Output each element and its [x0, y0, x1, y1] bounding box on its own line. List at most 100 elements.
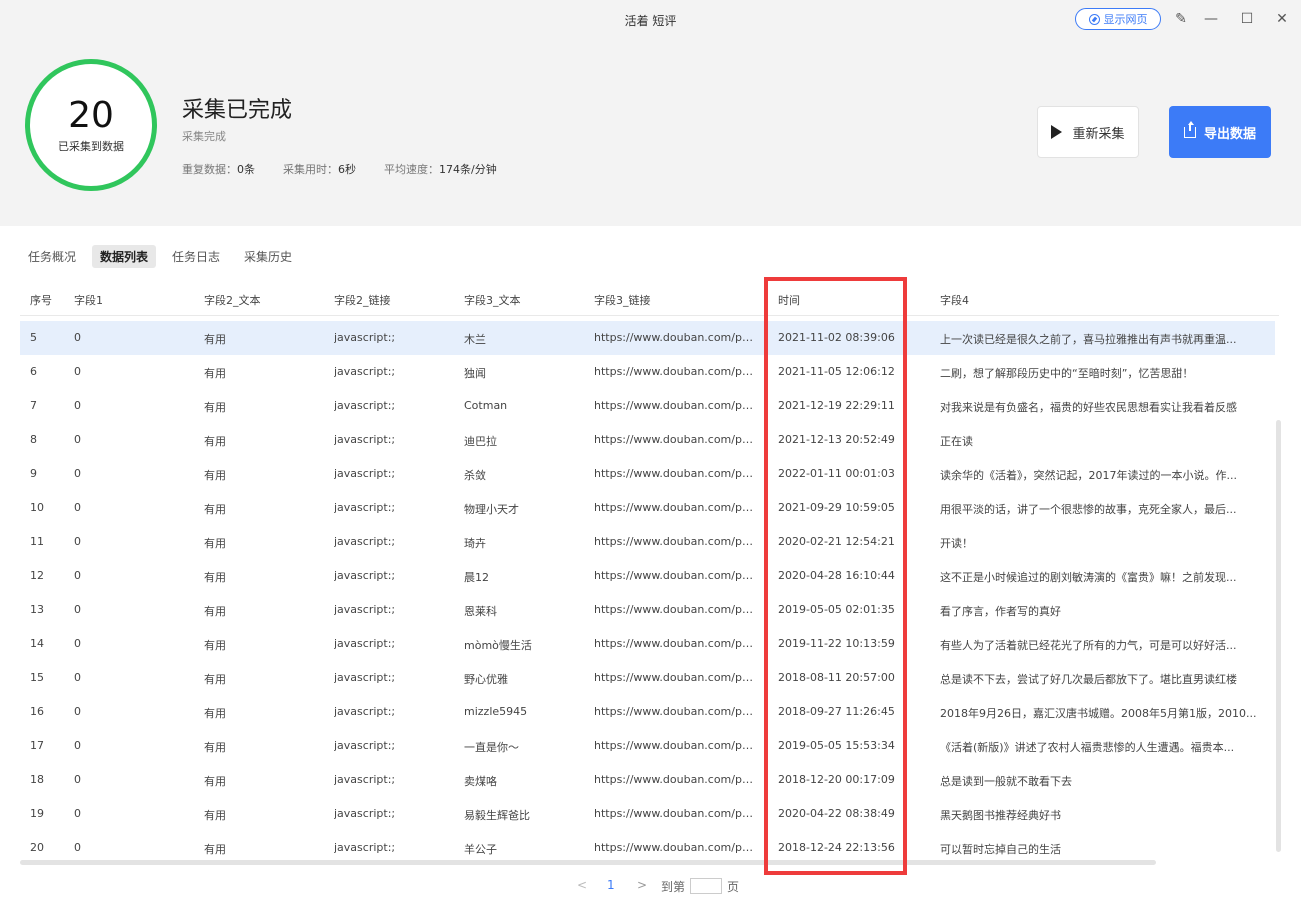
table-cell: 二刷，想了解那段历史中的“至暗时刻”，忆苦思甜！ [940, 367, 1194, 380]
table-row[interactable]: 7 0 有用 javascript:; Cotman https://www.douban… [20, 389, 1275, 423]
table-row[interactable]: 14 0 有用 javascript:; mòmò慢生活 https://www.doub… [20, 627, 1275, 661]
table-cell: https://www.douban.com/pe... [594, 773, 756, 786]
table-cell: https://www.douban.com/pe... [594, 739, 756, 752]
table-cell: 11 [30, 535, 44, 548]
table-cell: 用很平淡的话，讲了一个很悲惨的故事，克死全家人，最后... [940, 503, 1237, 516]
table-cell: 0 [74, 569, 81, 582]
minimize-button[interactable]: — [1202, 10, 1220, 28]
vertical-scrollbar[interactable] [1276, 420, 1281, 852]
column-header[interactable]: 时间 [778, 292, 928, 308]
table-cell: 上一次读已经是很久之前了，喜马拉雅推出有声书就再重温... [940, 333, 1237, 346]
table-row[interactable]: 13 0 有用 javascript:; 恩莱科 https://www.douban.c… [20, 593, 1275, 627]
table-row[interactable]: 15 0 有用 javascript:; 野心优雅 https://www.douban.… [20, 661, 1275, 695]
current-page[interactable]: 1 [607, 878, 615, 892]
table-cell: javascript:; [334, 841, 396, 854]
table-cell: 总是读到一般就不敢看下去 [940, 775, 1072, 788]
show-web-label: 显示网页 [1103, 13, 1148, 26]
edit-icon[interactable]: ✎ [1172, 10, 1190, 28]
dup-stat: 重复数据：0条 [182, 163, 255, 176]
column-header[interactable]: 字段2_文本 [204, 292, 324, 308]
recollect-label: 重新采集 [1072, 126, 1125, 142]
table-cell: 羊公子 [464, 843, 497, 856]
table-cell: 2018-08-11 20:57:00 [778, 671, 895, 684]
column-header[interactable]: 字段4 [940, 292, 1265, 308]
table-cell: 2021-11-05 12:06:12 [778, 365, 895, 378]
next-page-button[interactable]: > [637, 878, 647, 892]
export-button[interactable]: 导出数据 [1169, 106, 1271, 158]
table-cell: javascript:; [334, 433, 396, 446]
table-cell: 0 [74, 637, 81, 650]
table-cell: javascript:; [334, 365, 396, 378]
column-header[interactable]: 字段3_链接 [594, 292, 756, 308]
table-cell: 13 [30, 603, 44, 616]
column-header[interactable]: 字段3_文本 [464, 292, 584, 308]
table-cell: 0 [74, 433, 81, 446]
speed-stat: 平均速度：174条/分钟 [384, 163, 497, 176]
column-header[interactable]: 字段2_链接 [334, 292, 454, 308]
table-cell: 有些人为了活着就已经花光了所有的力气，可是可以好好活... [940, 639, 1237, 652]
table-cell: https://www.douban.com/pe... [594, 671, 756, 684]
horizontal-scrollbar[interactable] [20, 860, 1156, 865]
table-cell: 6 [30, 365, 37, 378]
table-cell: 可以暂时忘掉自己的生活 [940, 843, 1061, 856]
table-row[interactable]: 19 0 有用 javascript:; 易毅生辉爸比 https://www.douba… [20, 797, 1275, 831]
table-row[interactable]: 6 0 有用 javascript:; 独闻 https://www.douban.com… [20, 355, 1275, 389]
table-cell: 正在读 [940, 435, 973, 448]
tab-task-overview[interactable]: 任务概况 [20, 245, 84, 268]
table-cell: 《活着(新版)》讲述了农村人福贵悲惨的人生遭遇。福贵本... [940, 741, 1235, 754]
collected-count-ring: 20 已采集到数据 [25, 59, 157, 191]
table-cell: https://www.douban.com/pe... [594, 399, 756, 412]
tab-data-list[interactable]: 数据列表 [92, 245, 157, 268]
table-cell: 有用 [204, 843, 226, 856]
data-table: 序号 字段1 字段2_文本 字段2_链接 字段3_文本 字段3_链接 时间 字段… [20, 284, 1279, 860]
table-cell: 有用 [204, 435, 226, 448]
pagination: < 1 > 到第 页 [0, 878, 1301, 898]
table-cell: 12 [30, 569, 44, 582]
table-cell: 8 [30, 433, 37, 446]
table-row[interactable]: 18 0 有用 javascript:; 卖煤咯 https://www.douban.c… [20, 763, 1275, 797]
table-row[interactable]: 17 0 有用 javascript:; 一直是你～ https://www.douban… [20, 729, 1275, 763]
goto-page-input[interactable] [690, 878, 722, 894]
upload-icon [1183, 120, 1196, 138]
table-row[interactable]: 12 0 有用 javascript:; 晨12 https://www.douban.c… [20, 559, 1275, 593]
play-icon [1051, 125, 1063, 139]
prev-page-button[interactable]: < [577, 878, 587, 892]
table-cell: 0 [74, 841, 81, 854]
show-web-button[interactable]: 显示网页 [1075, 8, 1161, 30]
summary-panel: 活着 短评 显示网页 ✎ — ☐ ✕ 20 已采集到数据 采集已完成 采集完成 … [0, 0, 1301, 226]
table-row[interactable]: 20 0 有用 javascript:; 羊公子 https://www.douban.c… [20, 831, 1275, 860]
recollect-button[interactable]: 重新采集 [1037, 106, 1139, 158]
table-row[interactable]: 10 0 有用 javascript:; 物理小天才 https://www.douban… [20, 491, 1275, 525]
table-row[interactable]: 11 0 有用 javascript:; 琦卉 https://www.douban.co… [20, 525, 1275, 559]
column-header[interactable]: 序号 [30, 292, 70, 308]
table-row[interactable]: 9 0 有用 javascript:; 杀敛 https://www.douban.com… [20, 457, 1275, 491]
table-cell: 有用 [204, 333, 226, 346]
table-cell: 0 [74, 535, 81, 548]
table-cell: 2020-04-22 08:38:49 [778, 807, 895, 820]
table-cell: 2019-05-05 15:53:34 [778, 739, 895, 752]
table-cell: 易毅生辉爸比 [464, 809, 530, 822]
table-cell: 2021-09-29 10:59:05 [778, 501, 895, 514]
column-header[interactable]: 字段1 [74, 292, 194, 308]
close-button[interactable]: ✕ [1273, 10, 1291, 28]
tab-task-log[interactable]: 任务日志 [164, 245, 228, 268]
table-cell: 0 [74, 603, 81, 616]
table-cell: 20 [30, 841, 44, 854]
table-cell: 物理小天才 [464, 503, 519, 516]
table-cell: javascript:; [334, 603, 396, 616]
table-cell: 15 [30, 671, 44, 684]
table-cell: https://www.douban.com/pe... [594, 535, 756, 548]
table-cell: javascript:; [334, 671, 396, 684]
table-cell: 2022-01-11 00:01:03 [778, 467, 895, 480]
table-cell: https://www.douban.com/pe... [594, 365, 756, 378]
table-cell: javascript:; [334, 569, 396, 582]
table-cell: 对我来说是有负盛名，福贵的好些农民思想看实让我看着反感 [940, 401, 1237, 414]
maximize-button[interactable]: ☐ [1238, 10, 1256, 28]
table-cell: 0 [74, 331, 81, 344]
tab-collect-history[interactable]: 采集历史 [236, 245, 300, 268]
table-row[interactable]: 5 0 有用 javascript:; 木兰 https://www.douban.com… [20, 321, 1275, 355]
table-row[interactable]: 16 0 有用 javascript:; mizzle5945 https://www.d… [20, 695, 1275, 729]
table-cell: 19 [30, 807, 44, 820]
table-cell: 2021-12-19 22:29:11 [778, 399, 895, 412]
table-row[interactable]: 8 0 有用 javascript:; 迪巴拉 https://www.douban.co… [20, 423, 1275, 457]
